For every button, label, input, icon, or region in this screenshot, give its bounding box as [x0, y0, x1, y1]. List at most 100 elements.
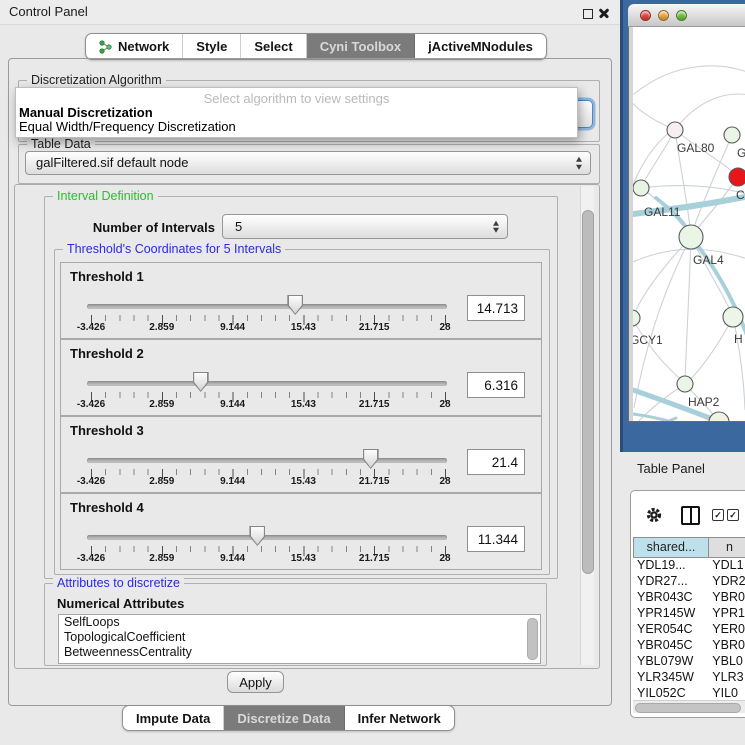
tab-jactivemnodules[interactable]: jActiveMNodules	[415, 34, 546, 59]
list-scrollbar-thumb[interactable]	[527, 618, 538, 660]
table-row[interactable]: YIL052CYIL0	[633, 686, 745, 700]
cell-shared-name: YBR043C	[633, 590, 706, 606]
cell-shared-name: YIL052C	[633, 686, 706, 700]
column-header-name[interactable]: n	[709, 537, 745, 558]
network-node-label: GAL11	[644, 205, 681, 219]
table-row[interactable]: YLR345WYLR3	[633, 670, 745, 686]
threshold-value-field[interactable]: 11.344	[467, 526, 525, 552]
slider-tick-labels: -3.4262.8599.14415.4321.71528	[61, 399, 541, 412]
tab-label: Infer Network	[358, 711, 441, 726]
table-row[interactable]: YDL19...YDL1	[633, 558, 745, 574]
cell-shared-name: YBL079W	[633, 654, 706, 670]
cell-shared-name: YBR045C	[633, 638, 706, 654]
cell-name: YBR0	[706, 590, 745, 606]
panel-title: Control Panel	[9, 4, 88, 19]
tick-label: 21.715	[359, 553, 390, 564]
tab-style[interactable]: Style	[183, 34, 241, 59]
cell-name: YPR1	[706, 606, 745, 622]
dropdown-option-manual-discretization[interactable]: Manual Discretization	[19, 105, 153, 120]
network-node[interactable]	[667, 122, 683, 138]
cell-shared-name: YPR145W	[633, 606, 706, 622]
settings-scrollbar-thumb[interactable]	[582, 210, 594, 574]
columns-icon[interactable]	[681, 506, 700, 525]
threshold-slider-track[interactable]	[87, 304, 447, 309]
stepper-arrows-icon	[493, 220, 499, 233]
threshold-slider-track[interactable]	[87, 381, 447, 386]
tab-label: Style	[196, 39, 227, 54]
table-hscrollbar-thumb[interactable]	[635, 703, 741, 713]
network-node[interactable]	[677, 376, 693, 392]
tab-infer-network[interactable]: Infer Network	[345, 706, 454, 730]
network-edge	[675, 94, 745, 130]
threshold-value-field[interactable]: 6.316	[467, 372, 525, 398]
table-row[interactable]: YER054CYER0	[633, 622, 745, 638]
table-hscrollbar-track[interactable]	[633, 700, 745, 713]
threshold-value-field[interactable]: 21.4	[467, 449, 525, 475]
apply-button[interactable]: Apply	[227, 671, 284, 693]
network-node[interactable]	[633, 180, 649, 196]
network-edge	[691, 237, 731, 312]
column-header-shared-name[interactable]: shared...	[633, 537, 709, 558]
tab-select[interactable]: Select	[241, 34, 306, 59]
tick-label: 21.715	[359, 476, 390, 487]
threshold-4-block: Threshold 4 -3.4262.8599.14415.4321.7152…	[60, 493, 542, 570]
list-item[interactable]: SelfLoops	[59, 615, 540, 630]
group-legend: Table Data	[27, 137, 95, 151]
threshold-2-block: Threshold 2 -3.4262.8599.14415.4321.7152…	[60, 339, 542, 416]
close-traffic-light-icon[interactable]	[640, 10, 651, 21]
network-node[interactable]	[723, 307, 743, 327]
number-of-intervals-spinner[interactable]: 5	[222, 214, 508, 239]
cell-name: YBR0	[706, 638, 745, 654]
network-canvas[interactable]: GAL80GCGAL11GAL4GCY1HHAP2	[633, 27, 745, 421]
table-header-row: shared... n	[633, 537, 745, 558]
threshold-slider-thumb[interactable]	[193, 372, 209, 392]
tab-label: Network	[118, 39, 169, 54]
list-item[interactable]: BetweennessCentrality	[59, 645, 540, 660]
threshold-slider-thumb[interactable]	[363, 449, 379, 469]
gear-icon[interactable]	[645, 506, 663, 524]
float-window-icon[interactable]	[583, 9, 593, 19]
network-node[interactable]	[679, 225, 703, 249]
tab-discretize-data[interactable]: Discretize Data	[224, 706, 344, 730]
table-row[interactable]: YPR145WYPR1	[633, 606, 745, 622]
list-item[interactable]: TopologicalCoefficient	[59, 630, 540, 645]
tab-cyni-toolbox[interactable]: Cyni Toolbox	[307, 34, 415, 59]
slider-tick-labels: -3.4262.8599.14415.4321.71528	[61, 476, 541, 489]
network-edge	[633, 66, 745, 95]
bottom-tabbar: Impute Data Discretize Data Infer Networ…	[122, 705, 455, 731]
cell-name: YDL1	[706, 558, 745, 574]
network-node[interactable]	[729, 168, 745, 186]
checkbox-icon[interactable]: ✓	[727, 509, 739, 521]
threshold-3-block: Threshold 3 -3.4262.8599.14415.4321.7152…	[60, 416, 542, 493]
tab-network[interactable]: Network	[86, 34, 183, 59]
tick-label: 15.43	[291, 399, 316, 410]
table-data-combo[interactable]: galFiltered.sif default node	[25, 151, 591, 175]
tab-impute-data[interactable]: Impute Data	[123, 706, 224, 730]
threshold-slider-thumb[interactable]	[249, 526, 265, 546]
group-legend: Attributes to discretize	[53, 576, 184, 590]
threshold-value-field[interactable]: 14.713	[467, 295, 525, 321]
zoom-traffic-light-icon[interactable]	[676, 10, 687, 21]
threshold-slider-thumb[interactable]	[287, 295, 303, 315]
table-row[interactable]: YBR045CYBR0	[633, 638, 745, 654]
node-table-body[interactable]: YDL19...YDL1YDR27...YDR2YBR043CYBR0YPR14…	[633, 558, 745, 700]
close-icon[interactable]	[598, 7, 610, 19]
dropdown-option-equal-width[interactable]: Equal Width/Frequency Discretization	[19, 119, 236, 134]
table-row[interactable]: YBL079WYBL0	[633, 654, 745, 670]
threshold-slider-track[interactable]	[87, 535, 447, 540]
tick-label: -3.426	[77, 399, 105, 410]
threshold-slider-track[interactable]	[87, 458, 447, 463]
numerical-attributes-list[interactable]: SelfLoopsTopologicalCoefficientBetweenne…	[58, 614, 541, 664]
table-row[interactable]: YDR27...YDR2	[633, 574, 745, 590]
network-edge	[633, 130, 672, 318]
network-node[interactable]	[633, 310, 640, 326]
checkbox-icon[interactable]: ✓	[712, 509, 724, 521]
tab-label: jActiveMNodules	[428, 39, 533, 54]
network-node[interactable]	[724, 127, 740, 143]
threshold-label: Threshold 3	[70, 423, 144, 438]
network-node-label: G	[737, 146, 745, 160]
minimize-traffic-light-icon[interactable]	[658, 10, 669, 21]
tick-label: 2.859	[149, 322, 174, 333]
tick-label: 21.715	[359, 322, 390, 333]
table-row[interactable]: YBR043CYBR0	[633, 590, 745, 606]
